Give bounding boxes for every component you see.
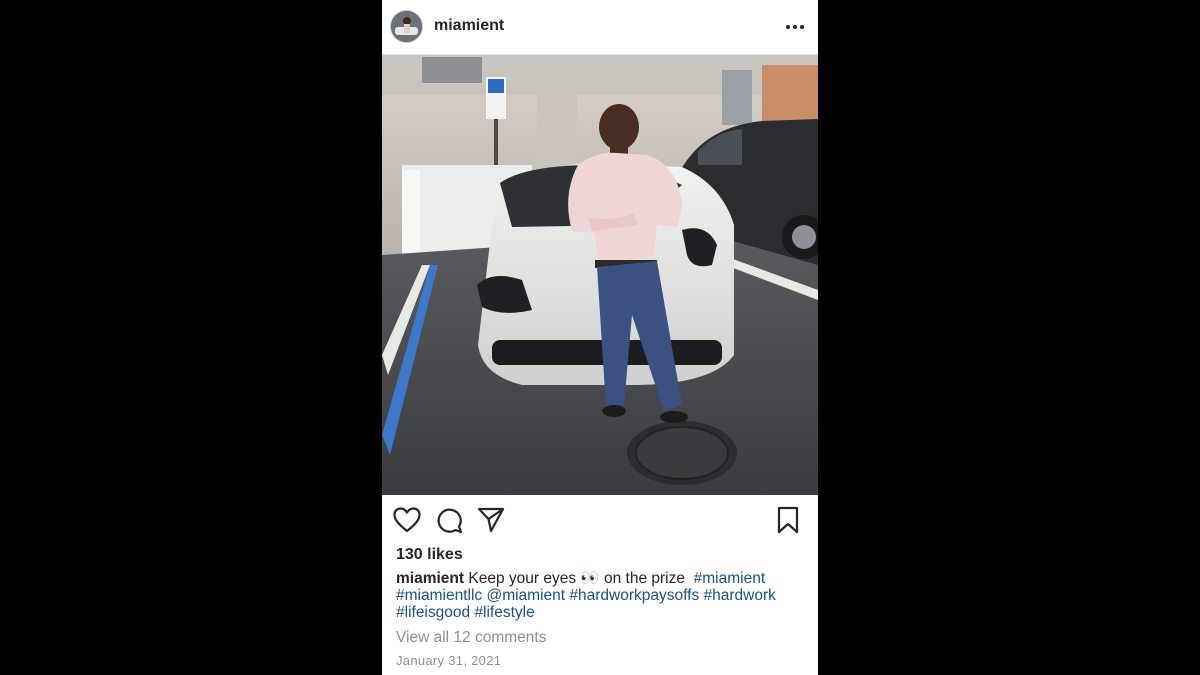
likes-count[interactable]: 130 likes xyxy=(396,546,463,564)
mention-link[interactable]: @miamient xyxy=(486,587,565,604)
post-header: miamient xyxy=(382,0,818,55)
hashtag-link[interactable]: #miamientllc xyxy=(396,587,482,604)
hashtag-link[interactable]: #lifestyle xyxy=(474,604,534,621)
caption-text: Keep your eyes 👀 on the prize xyxy=(468,570,685,587)
post-date: January 31, 2021 xyxy=(396,653,502,668)
post-caption: miamient Keep your eyes 👀 on the prize #… xyxy=(396,570,806,621)
hashtag-link[interactable]: #miamient xyxy=(694,570,766,587)
instagram-post: miamient 130 likes miamient Keep your ey… xyxy=(382,0,818,675)
send-paper-plane-icon[interactable] xyxy=(476,505,506,535)
post-photo[interactable] xyxy=(382,55,818,495)
photo-illustration xyxy=(382,55,818,495)
comment-bubble-icon[interactable] xyxy=(434,505,464,535)
hashtag-link[interactable]: #hardwork xyxy=(704,587,776,604)
post-username[interactable]: miamient xyxy=(434,17,504,35)
more-horizontal-icon[interactable] xyxy=(782,15,808,39)
caption-username[interactable]: miamient xyxy=(396,570,464,587)
post-actions xyxy=(382,505,818,539)
hashtag-link[interactable]: #lifeisgood xyxy=(396,604,470,621)
hashtag-link[interactable]: #hardworkpaysoffs xyxy=(569,587,699,604)
heart-icon[interactable] xyxy=(392,505,422,535)
view-comments-link[interactable]: View all 12 comments xyxy=(396,629,546,647)
bookmark-icon[interactable] xyxy=(773,505,803,535)
avatar[interactable] xyxy=(390,10,423,43)
